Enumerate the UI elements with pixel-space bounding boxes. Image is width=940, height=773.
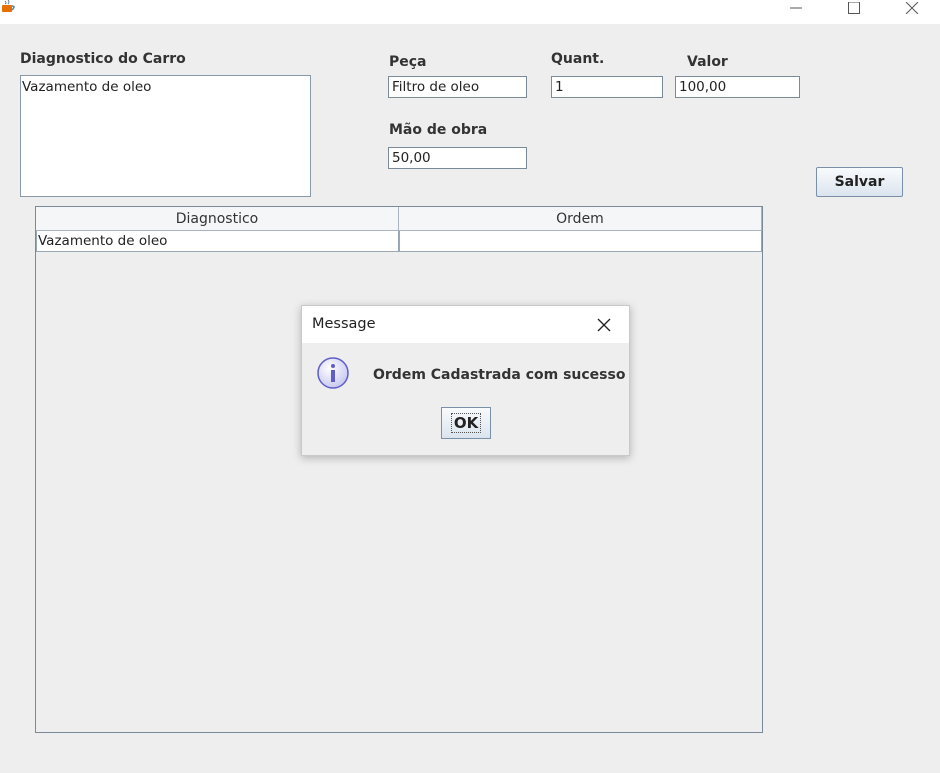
close-icon[interactable] (595, 316, 613, 334)
dialog-message: Ordem Cadastrada com sucesso (373, 367, 626, 383)
dialog-title: Message (312, 316, 376, 332)
java-cup-icon (2, 0, 15, 12)
diagnostico-label: Diagnostico do Carro (20, 51, 186, 67)
table-cell-ordem[interactable] (399, 231, 762, 252)
message-dialog: Message Ordem Cadastrada com sucesso OK (301, 305, 630, 456)
column-header-diagnostico[interactable]: Diagnostico (36, 207, 399, 231)
ok-button-label: OK (450, 413, 482, 433)
diagnostico-textarea[interactable]: Vazamento de oleo (20, 75, 311, 197)
peca-label: Peça (389, 54, 427, 70)
close-icon (905, 2, 919, 14)
quant-label: Quant. (551, 51, 605, 67)
dialog-title-bar: Message (302, 306, 629, 343)
table-header: Diagnostico Ordem (36, 207, 762, 231)
valor-field[interactable]: 100,00 (675, 76, 800, 98)
minimize-button[interactable] (773, 0, 819, 16)
ok-button[interactable]: OK (441, 407, 491, 439)
info-icon (317, 357, 349, 389)
maximize-button[interactable] (831, 0, 877, 16)
orders-table[interactable]: Diagnostico Ordem Vazamento de oleo (35, 206, 763, 733)
minimize-icon (790, 7, 802, 9)
mao-de-obra-field[interactable]: 50,00 (388, 147, 527, 169)
table-row[interactable]: Vazamento de oleo (36, 231, 762, 252)
title-bar (0, 0, 940, 24)
valor-label: Valor (687, 54, 728, 70)
peca-field[interactable]: Filtro de oleo (388, 76, 527, 98)
maximize-icon (848, 2, 860, 14)
quant-field[interactable]: 1 (551, 76, 663, 98)
table-cell-diagnostico[interactable]: Vazamento de oleo (36, 231, 399, 252)
salvar-button[interactable]: Salvar (816, 167, 903, 197)
mao-de-obra-label: Mão de obra (389, 122, 488, 138)
column-header-ordem[interactable]: Ordem (399, 207, 762, 231)
close-button[interactable] (889, 0, 935, 16)
